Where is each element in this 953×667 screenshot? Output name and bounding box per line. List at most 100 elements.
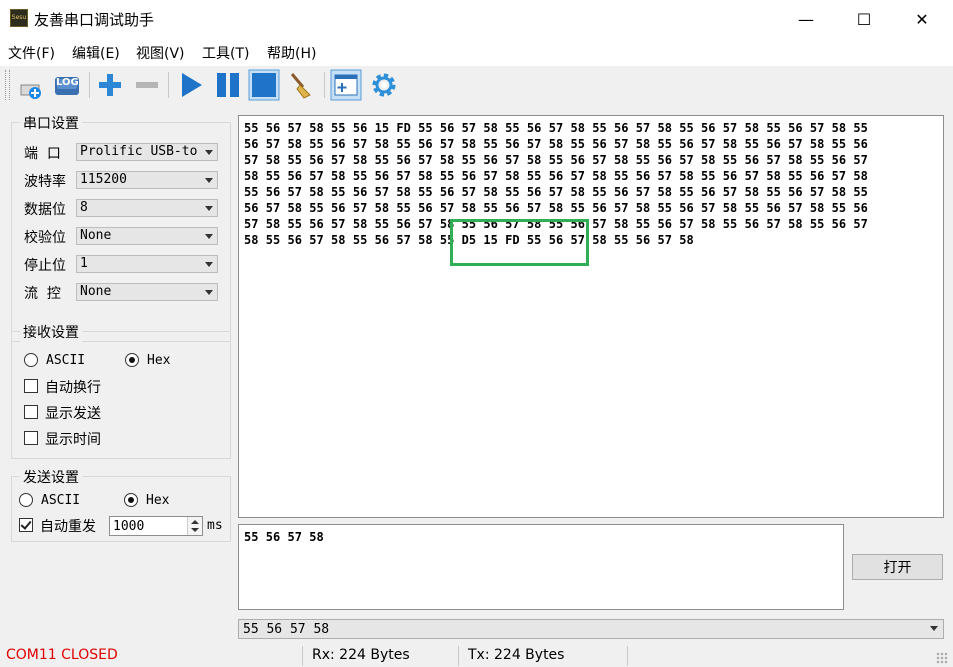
send-hex-label: Hex bbox=[146, 493, 170, 508]
interval-value: 1000 bbox=[113, 519, 145, 534]
send-ascii-label: ASCII bbox=[41, 493, 81, 508]
step-down-icon[interactable] bbox=[191, 528, 199, 532]
auto-resend-label: 自动重发 bbox=[40, 519, 96, 535]
parity-select[interactable]: None bbox=[76, 227, 218, 245]
receive-ascii-radio[interactable] bbox=[24, 353, 38, 367]
receive-line: 55 56 57 58 55 56 57 58 55 56 57 58 55 5… bbox=[244, 185, 868, 199]
port-value: Prolific USB-to bbox=[80, 144, 198, 159]
pause-icon[interactable] bbox=[212, 69, 244, 101]
flow-label: 流 控 bbox=[24, 286, 61, 302]
menu-tools[interactable]: 工具(T) bbox=[202, 43, 249, 63]
send-hex-radio[interactable] bbox=[124, 493, 138, 507]
status-bar: COM11 CLOSED Rx: 224 Bytes Tx: 224 Bytes bbox=[0, 644, 953, 667]
step-up-icon[interactable] bbox=[191, 520, 199, 524]
toolbar-grip[interactable] bbox=[5, 70, 10, 100]
dropdown-arrow-icon bbox=[205, 178, 213, 183]
maximize-icon: ☐ bbox=[856, 9, 872, 29]
receive-line: 58 55 56 57 58 55 56 57 58 55 56 57 58 5… bbox=[244, 169, 868, 183]
new-window-icon[interactable] bbox=[330, 69, 362, 101]
menu-help[interactable]: 帮助(H) bbox=[267, 43, 316, 63]
clear-broom-icon[interactable] bbox=[286, 69, 318, 101]
app-icon: Sesu bbox=[10, 9, 28, 27]
menu-file[interactable]: 文件(F) bbox=[8, 43, 55, 63]
receive-settings-group bbox=[11, 331, 231, 459]
status-separator bbox=[458, 646, 459, 666]
log-label: LOG bbox=[56, 77, 79, 88]
baud-value: 115200 bbox=[80, 172, 127, 187]
receive-hex-radio[interactable] bbox=[125, 353, 139, 367]
send-text: 55 56 57 58 bbox=[244, 530, 324, 544]
close-button[interactable]: ✕ bbox=[899, 0, 945, 38]
minimize-icon: — bbox=[798, 9, 814, 29]
receive-line: 56 57 58 55 56 57 58 55 56 57 58 55 56 5… bbox=[244, 137, 868, 151]
toolbar-separator bbox=[324, 72, 325, 98]
stopbits-value: 1 bbox=[80, 256, 88, 271]
open-port-button[interactable]: 打开 bbox=[852, 554, 943, 580]
receive-hex-label: Hex bbox=[147, 353, 171, 368]
menu-edit[interactable]: 编辑(E) bbox=[72, 43, 120, 63]
receive-ascii-label: ASCII bbox=[46, 353, 86, 368]
serial-settings-title: 串口设置 bbox=[20, 113, 82, 133]
highlight-box bbox=[450, 219, 589, 266]
show-time-label: 显示时间 bbox=[45, 432, 101, 448]
menu-view[interactable]: 视图(V) bbox=[136, 43, 185, 63]
auto-resend-checkbox[interactable] bbox=[19, 518, 33, 532]
port-status: COM11 CLOSED bbox=[6, 647, 118, 663]
stop-icon[interactable] bbox=[248, 69, 280, 101]
flow-select[interactable]: None bbox=[76, 283, 218, 301]
send-history-select[interactable]: 55 56 57 58 bbox=[238, 619, 944, 639]
dropdown-arrow-icon bbox=[205, 234, 213, 239]
toolbar-separator bbox=[89, 72, 90, 98]
maximize-button[interactable]: ☐ bbox=[841, 0, 887, 38]
send-settings-title: 发送设置 bbox=[20, 467, 82, 487]
resize-grip-icon[interactable] bbox=[936, 652, 948, 664]
databits-select[interactable]: 8 bbox=[76, 199, 218, 217]
window-title: 友善串口调试助手 bbox=[34, 11, 155, 29]
show-send-label: 显示发送 bbox=[45, 406, 101, 422]
dropdown-arrow-icon bbox=[205, 262, 213, 267]
remove-icon[interactable] bbox=[131, 69, 163, 101]
dropdown-arrow-icon bbox=[205, 150, 213, 155]
baud-select[interactable]: 115200 bbox=[76, 171, 218, 189]
interval-spinbox[interactable]: 1000 bbox=[109, 516, 203, 536]
port-label: 端 口 bbox=[24, 146, 61, 162]
dropdown-arrow-icon bbox=[930, 626, 938, 631]
toolbar: LOG bbox=[0, 66, 953, 104]
receive-line: 56 57 58 55 56 57 58 55 56 57 58 55 56 5… bbox=[244, 201, 868, 215]
parity-value: None bbox=[80, 228, 112, 243]
interval-stepper[interactable] bbox=[187, 517, 202, 535]
settings-gear-icon[interactable] bbox=[368, 69, 400, 101]
show-send-checkbox[interactable] bbox=[24, 405, 38, 419]
dropdown-arrow-icon bbox=[205, 290, 213, 295]
new-session-icon[interactable] bbox=[14, 69, 46, 101]
rx-count: Rx: 224 Bytes bbox=[312, 647, 410, 663]
stopbits-label: 停止位 bbox=[24, 258, 66, 274]
receive-settings-title: 接收设置 bbox=[20, 322, 82, 342]
play-icon[interactable] bbox=[174, 69, 206, 101]
parity-label: 校验位 bbox=[24, 230, 66, 246]
close-icon: ✕ bbox=[915, 9, 929, 29]
receive-display[interactable]: 55 56 57 58 55 56 15 FD 55 56 57 58 55 5… bbox=[238, 115, 944, 518]
show-time-checkbox[interactable] bbox=[24, 431, 38, 445]
port-select[interactable]: Prolific USB-to bbox=[76, 143, 218, 161]
databits-label: 数据位 bbox=[24, 202, 66, 218]
auto-wrap-checkbox[interactable] bbox=[24, 379, 38, 393]
flow-value: None bbox=[80, 284, 112, 299]
interval-unit: ms bbox=[207, 518, 223, 533]
receive-line: 55 56 57 58 55 56 15 FD 55 56 57 58 55 5… bbox=[244, 121, 868, 135]
databits-value: 8 bbox=[80, 200, 88, 215]
send-input[interactable]: 55 56 57 58 bbox=[238, 524, 844, 610]
menu-bar: 文件(F) 编辑(E) 视图(V) 工具(T) 帮助(H) bbox=[0, 38, 953, 66]
minimize-button[interactable]: — bbox=[783, 0, 829, 38]
add-icon[interactable] bbox=[94, 69, 126, 101]
app-icon-text: Sesu bbox=[11, 14, 27, 21]
stopbits-select[interactable]: 1 bbox=[76, 255, 218, 273]
auto-wrap-label: 自动换行 bbox=[45, 380, 101, 396]
baud-label: 波特率 bbox=[24, 174, 66, 190]
log-icon[interactable]: LOG bbox=[51, 69, 83, 101]
toolbar-separator bbox=[168, 72, 169, 98]
send-ascii-radio[interactable] bbox=[19, 493, 33, 507]
dropdown-arrow-icon bbox=[205, 206, 213, 211]
title-bar: Sesu 友善串口调试助手 — ☐ ✕ bbox=[0, 0, 953, 38]
status-separator bbox=[302, 646, 303, 666]
